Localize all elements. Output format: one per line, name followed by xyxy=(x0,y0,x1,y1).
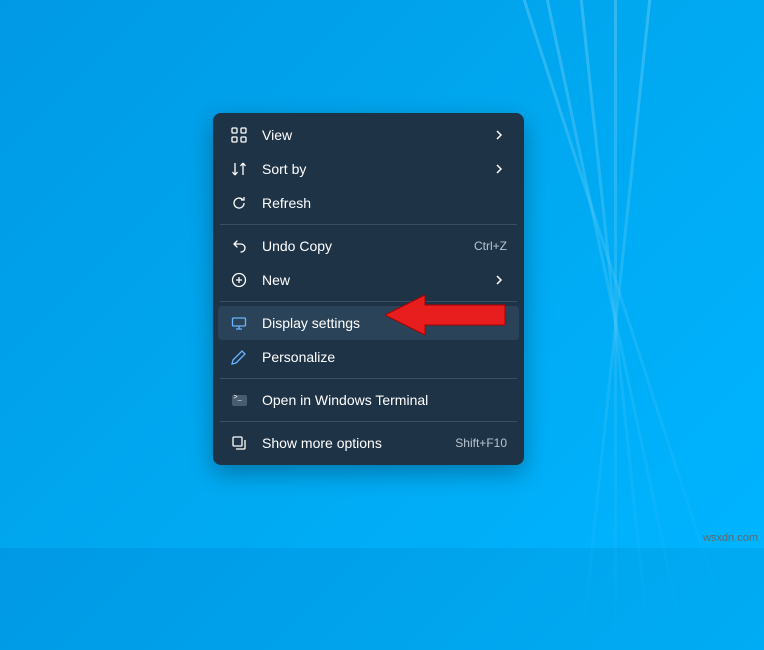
menu-label: Undo Copy xyxy=(262,238,474,254)
terminal-icon xyxy=(230,391,248,409)
red-arrow-annotation xyxy=(385,290,515,340)
watermark-text: wsxdn.com xyxy=(703,532,758,544)
menu-label: Sort by xyxy=(262,161,493,177)
menu-label: Personalize xyxy=(262,349,507,365)
menu-item-sort-by[interactable]: Sort by xyxy=(218,152,519,186)
display-settings-icon xyxy=(230,314,248,332)
personalize-icon xyxy=(230,348,248,366)
menu-item-refresh[interactable]: Refresh xyxy=(218,186,519,220)
menu-separator xyxy=(220,421,517,422)
new-icon xyxy=(230,271,248,289)
menu-item-open-terminal[interactable]: Open in Windows Terminal xyxy=(218,383,519,417)
undo-icon xyxy=(230,237,248,255)
menu-label: New xyxy=(262,272,493,288)
sort-icon xyxy=(230,160,248,178)
menu-item-show-more-options[interactable]: Show more options Shift+F10 xyxy=(218,426,519,460)
menu-item-personalize[interactable]: Personalize xyxy=(218,340,519,374)
menu-item-undo-copy[interactable]: Undo Copy Ctrl+Z xyxy=(218,229,519,263)
desktop-context-menu: View Sort by Refresh Undo Copy Ctrl+Z Ne… xyxy=(213,113,524,465)
view-icon xyxy=(230,126,248,144)
menu-separator xyxy=(220,378,517,379)
chevron-right-icon xyxy=(493,273,507,287)
menu-shortcut: Ctrl+Z xyxy=(474,239,507,253)
chevron-right-icon xyxy=(493,162,507,176)
refresh-icon xyxy=(230,194,248,212)
menu-item-view[interactable]: View xyxy=(218,118,519,152)
more-options-icon xyxy=(230,434,248,452)
menu-label: View xyxy=(262,127,493,143)
menu-label: Open in Windows Terminal xyxy=(262,392,507,408)
menu-label: Show more options xyxy=(262,435,455,451)
menu-separator xyxy=(220,224,517,225)
menu-shortcut: Shift+F10 xyxy=(455,436,507,450)
menu-label: Refresh xyxy=(262,195,507,211)
chevron-right-icon xyxy=(493,128,507,142)
